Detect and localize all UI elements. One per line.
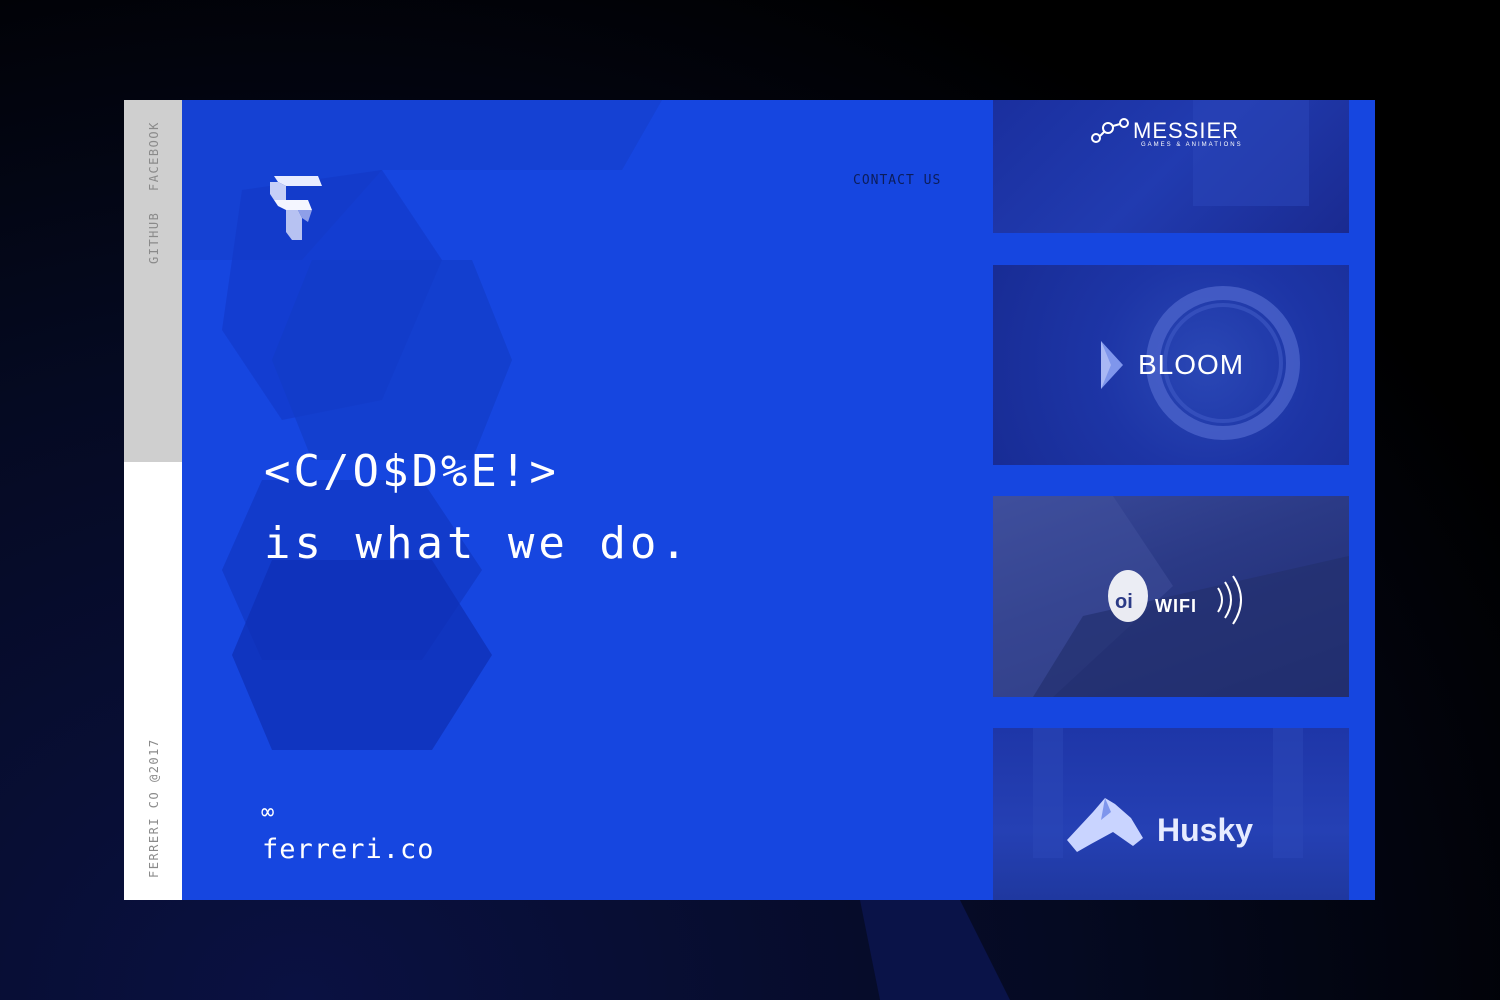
project-card-bloom[interactable]: BLOOM: [993, 265, 1349, 465]
ferreri-logo-icon[interactable]: [268, 172, 326, 242]
infinity-icon: ∞: [261, 800, 275, 825]
messier-tagline: GAMES & ANIMATIONS: [1141, 142, 1243, 148]
project-card-oi-wifi[interactable]: oi WIFI: [993, 496, 1349, 697]
site-domain[interactable]: ferreri.co: [262, 834, 435, 865]
oi-brand: oi: [1115, 591, 1133, 613]
copyright-text: FERRERI CO @2017: [147, 738, 161, 878]
bloom-title: BLOOM: [1138, 349, 1245, 380]
husky-title: Husky: [1157, 812, 1254, 848]
website-frame: FACEBOOK GITHUB FERRERI CO @2017 CONTACT…: [124, 100, 1375, 900]
hero-tagline: is what we do.: [264, 518, 691, 569]
project-card-husky[interactable]: Husky: [993, 728, 1349, 900]
github-link[interactable]: GITHUB: [147, 212, 161, 264]
hero-code-title: <C/O$D%E!>: [264, 446, 559, 497]
hero-block: <C/O$D%E!> is what we do.: [264, 442, 691, 586]
contact-us-link[interactable]: CONTACT US: [853, 173, 941, 188]
side-rail: FACEBOOK GITHUB FERRERI CO @2017: [124, 100, 182, 900]
wifi-title: WIFI: [1155, 596, 1197, 616]
background-shard: [860, 900, 1010, 1000]
facebook-link[interactable]: FACEBOOK: [147, 121, 161, 191]
messier-title: MESSIER: [1133, 118, 1240, 143]
project-card-messier[interactable]: MESSIER GAMES & ANIMATIONS: [993, 100, 1349, 233]
